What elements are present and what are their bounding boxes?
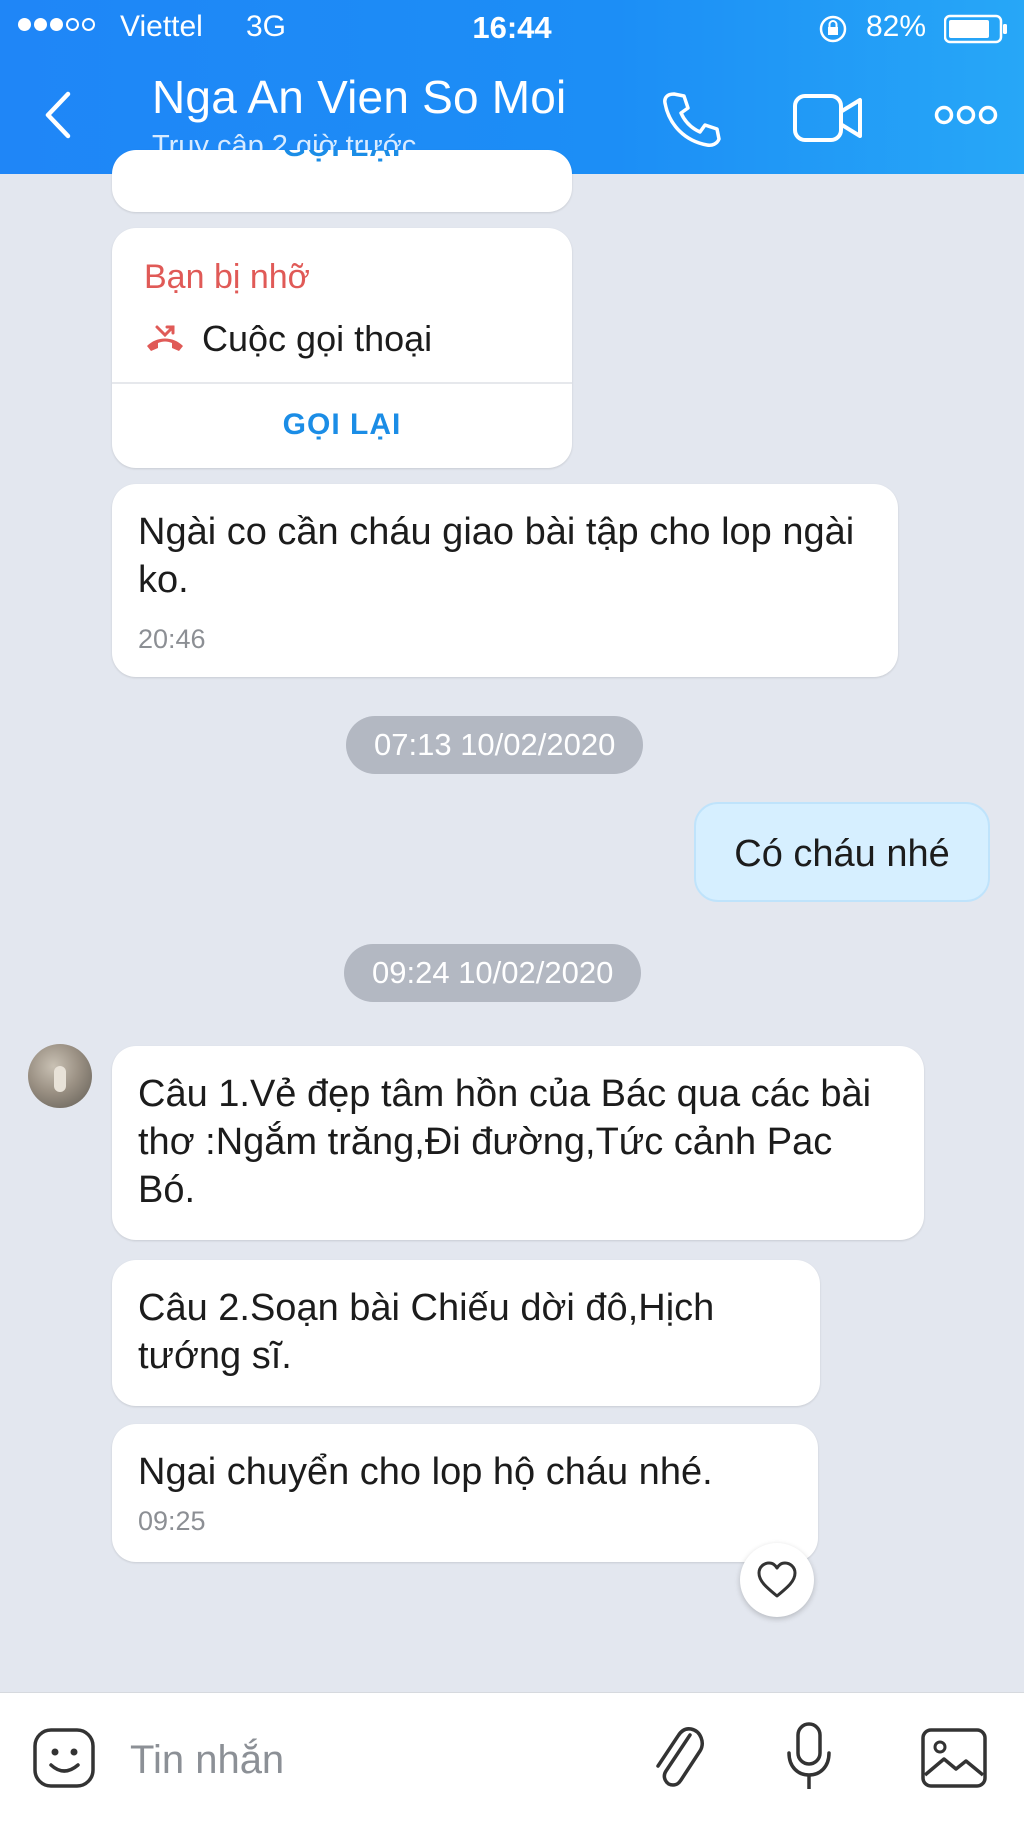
paperclip-icon[interactable] [648,1719,708,1793]
more-options-icon[interactable] [934,104,998,126]
missed-call-card: GỌI LẠI [112,150,572,212]
header-bar: Viettel 3G 16:44 82% Nga An Vien So Moi … [0,0,1024,174]
contact-avatar[interactable] [28,1044,92,1108]
heart-icon [757,1561,797,1598]
voice-call-icon[interactable] [660,88,722,150]
status-bar: Viettel 3G 16:44 82% [0,0,1024,56]
date-divider: 07:13 10/02/2020 [346,716,644,774]
incoming-message[interactable]: Ngai chuyển cho lop hộ cháu nhé. 09:25 [112,1424,818,1562]
missed-call-card: Bạn bị nhỡ Cuộc gọi thoại GỌI LẠI [112,228,572,468]
image-gallery-icon[interactable] [920,1727,988,1789]
call-type-label: Cuộc gọi thoại [202,318,433,359]
missed-call-icon [147,325,183,351]
back-arrow-icon[interactable] [40,90,76,140]
missed-call-title: Bạn bị nhỡ [144,258,310,296]
message-timestamp: 20:46 [138,624,206,654]
message-text: Câu 2.Soạn bài Chiếu dời đô,Hịch tướng s… [138,1287,715,1377]
message-timestamp: 09:25 [138,1506,206,1536]
message-text: Có cháu nhé [734,833,950,875]
contact-name[interactable]: Nga An Vien So Moi [152,70,566,124]
battery-icon [944,14,1007,44]
sticker-emoji-icon[interactable] [32,1727,98,1789]
outgoing-message[interactable]: Có cháu nhé [694,802,990,902]
message-input[interactable] [128,1733,632,1787]
video-call-icon[interactable] [792,92,864,144]
message-text: Câu 1.Vẻ đẹp tâm hồn của Bác qua các bài… [138,1073,872,1211]
incoming-message[interactable]: Câu 2.Soạn bài Chiếu dời đô,Hịch tướng s… [112,1260,820,1406]
react-button[interactable] [740,1543,814,1617]
date-divider: 09:24 10/02/2020 [344,944,642,1002]
battery-percentage: 82% [866,10,927,43]
message-text: Ngai chuyển cho lop hộ cháu nhé. [138,1451,713,1493]
divider [112,382,572,384]
microphone-icon[interactable] [784,1721,834,1795]
message-text: Ngài co cần cháu giao bài tập cho lop ng… [138,511,855,601]
call-back-button[interactable]: GỌI LẠI [112,408,572,442]
call-back-button[interactable]: GỌI LẠI [112,150,572,164]
message-composer [0,1692,1024,1821]
incoming-message[interactable]: Câu 1.Vẻ đẹp tâm hồn của Bác qua các bài… [112,1046,924,1240]
incoming-message[interactable]: Ngài co cần cháu giao bài tập cho lop ng… [112,484,898,677]
rotation-lock-icon [819,15,847,43]
